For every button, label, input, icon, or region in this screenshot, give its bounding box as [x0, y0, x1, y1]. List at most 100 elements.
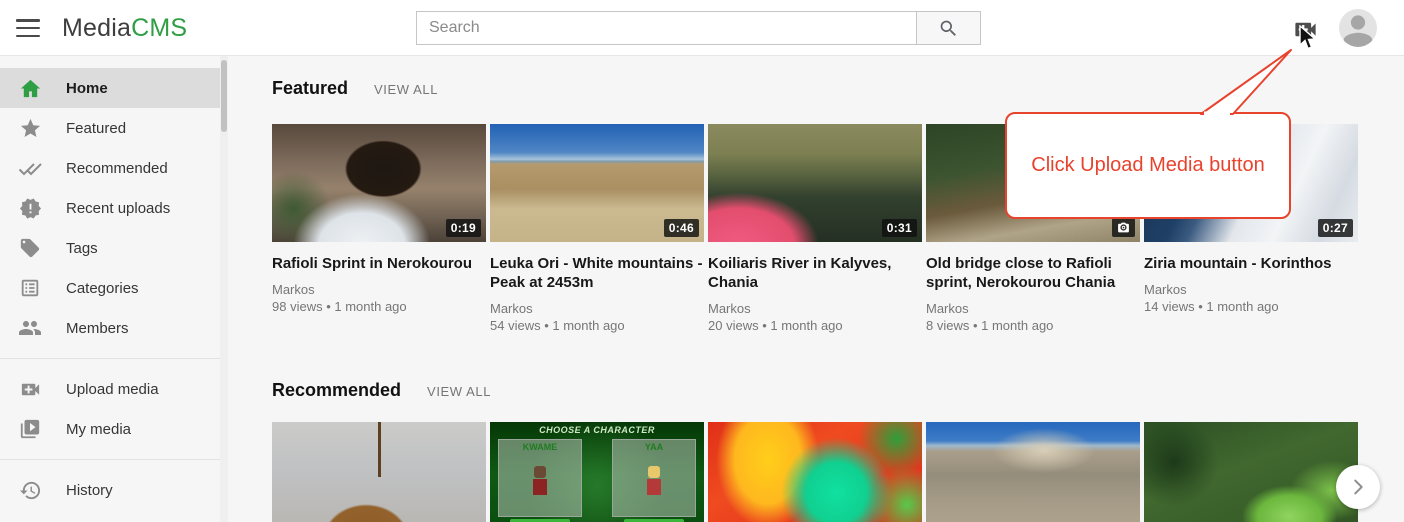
- sidebar-item-tags[interactable]: Tags: [0, 228, 228, 268]
- sidebar-item-history[interactable]: History: [0, 470, 228, 510]
- chevron-right-icon: [1347, 476, 1369, 498]
- video-thumbnail[interactable]: [1144, 422, 1358, 522]
- character-sprite: [533, 466, 547, 500]
- new-releases-icon: [18, 196, 42, 220]
- sidebar-item-categories[interactable]: Categories: [0, 268, 228, 308]
- media-card[interactable]: [708, 422, 922, 522]
- upload-media-button[interactable]: [1291, 15, 1319, 43]
- duration-badge: 0:46: [664, 219, 699, 237]
- video-library-icon: [18, 417, 42, 441]
- sidebar-item-label: Members: [66, 320, 129, 337]
- sidebar-item-label: History: [66, 482, 113, 499]
- sidebar-item-label: Recent uploads: [66, 200, 170, 217]
- video-thumbnail[interactable]: 0:46: [490, 124, 704, 242]
- sidebar-item-my-media[interactable]: My media: [0, 409, 228, 449]
- carousel-next-button[interactable]: [1336, 465, 1380, 509]
- media-card[interactable]: CHOOSE A CHARACTER KWAME YAA Selected Se…: [490, 422, 704, 522]
- media-card[interactable]: [926, 422, 1140, 522]
- media-card[interactable]: 0:46 Leuka Ori - White mountains - Peak …: [490, 124, 704, 334]
- person-icon: [1339, 9, 1377, 47]
- sidebar-item-label: Recommended: [66, 160, 168, 177]
- search-input[interactable]: [416, 11, 917, 45]
- sidebar-divider: [0, 459, 228, 460]
- recommended-section-header: Recommended VIEW ALL: [272, 380, 491, 401]
- user-avatar[interactable]: [1339, 9, 1377, 47]
- media-author[interactable]: Markos: [926, 300, 1140, 317]
- media-meta: 98 views • 1 month ago: [272, 298, 486, 315]
- top-bar: MediaCMS: [0, 0, 1404, 56]
- upload-media-icon: [1292, 16, 1319, 43]
- media-card[interactable]: 0:19 Rafioli Sprint in Nerokourou Markos…: [272, 124, 486, 334]
- character-panel: KWAME: [498, 439, 582, 517]
- duration-badge: 0:27: [1318, 219, 1353, 237]
- sidebar-divider: [0, 358, 228, 359]
- sidebar-item-label: Upload media: [66, 381, 159, 398]
- list-icon: [18, 276, 42, 300]
- search-button[interactable]: [917, 11, 981, 45]
- sidebar-item-label: Categories: [66, 280, 139, 297]
- video-thumbnail[interactable]: [272, 422, 486, 522]
- media-meta: 14 views • 1 month ago: [1144, 298, 1358, 315]
- app-logo[interactable]: MediaCMS: [62, 0, 187, 56]
- media-meta: 20 views • 1 month ago: [708, 317, 922, 334]
- media-card[interactable]: [1144, 422, 1358, 522]
- search-icon: [938, 18, 959, 39]
- tooltip-callout: Click Upload Media button: [1005, 112, 1291, 219]
- camera-icon: [1117, 221, 1130, 234]
- media-title[interactable]: Old bridge close to Rafioli sprint, Nero…: [926, 254, 1140, 292]
- character-panel: YAA: [612, 439, 696, 517]
- logo-text-cms: CMS: [131, 14, 187, 42]
- tooltip-text: Click Upload Media button: [1031, 154, 1264, 177]
- home-icon: [18, 76, 42, 100]
- people-icon: [18, 316, 42, 340]
- media-author[interactable]: Markos: [272, 281, 486, 298]
- history-icon: [18, 478, 42, 502]
- video-thumbnail[interactable]: 0:19: [272, 124, 486, 242]
- star-icon: [18, 116, 42, 140]
- sidebar-scrollbar[interactable]: [220, 56, 228, 522]
- sidebar-item-recommended[interactable]: Recommended: [0, 148, 228, 188]
- media-title[interactable]: Ziria mountain - Korinthos: [1144, 254, 1358, 273]
- media-title[interactable]: Leuka Ori - White mountains - Peak at 24…: [490, 254, 704, 292]
- character-sprite: [647, 466, 661, 500]
- media-title[interactable]: Rafioli Sprint in Nerokourou: [272, 254, 486, 273]
- sidebar-item-label: Featured: [66, 120, 126, 137]
- double-check-icon: [18, 156, 42, 180]
- upload-media-icon: [18, 377, 42, 401]
- view-all-link[interactable]: VIEW ALL: [374, 82, 438, 97]
- search-bar: [416, 11, 981, 45]
- duration-badge: 0:31: [882, 219, 917, 237]
- logo-text-media: Media: [62, 14, 131, 42]
- sidebar-item-label: Tags: [66, 240, 98, 257]
- recommended-row: CHOOSE A CHARACTER KWAME YAA Selected Se…: [272, 422, 1358, 522]
- media-author[interactable]: Markos: [708, 300, 922, 317]
- media-author[interactable]: Markos: [1144, 281, 1358, 298]
- media-meta: 8 views • 1 month ago: [926, 317, 1140, 334]
- sidebar-item-members[interactable]: Members: [0, 308, 228, 348]
- media-card[interactable]: [272, 422, 486, 522]
- video-thumbnail[interactable]: CHOOSE A CHARACTER KWAME YAA Selected Se…: [490, 422, 704, 522]
- sidebar-item-home[interactable]: Home: [0, 68, 228, 108]
- video-thumbnail[interactable]: [708, 422, 922, 522]
- media-author[interactable]: Markos: [490, 300, 704, 317]
- sidebar-item-upload-media[interactable]: Upload media: [0, 369, 228, 409]
- sidebar-item-label: Home: [66, 80, 108, 97]
- media-card[interactable]: 0:31 Koiliaris River in Kalyves, Chania …: [708, 124, 922, 334]
- sidebar-item-recent-uploads[interactable]: Recent uploads: [0, 188, 228, 228]
- view-all-link[interactable]: VIEW ALL: [427, 384, 491, 399]
- section-title: Featured: [272, 78, 348, 99]
- media-meta: 54 views • 1 month ago: [490, 317, 704, 334]
- thumbnail-text: CHOOSE A CHARACTER: [490, 425, 704, 435]
- video-thumbnail[interactable]: 0:31: [708, 124, 922, 242]
- video-thumbnail[interactable]: [926, 422, 1140, 522]
- sidebar-item-featured[interactable]: Featured: [0, 108, 228, 148]
- menu-icon[interactable]: [16, 17, 40, 39]
- tag-icon: [18, 236, 42, 260]
- media-title[interactable]: Koiliaris River in Kalyves, Chania: [708, 254, 922, 292]
- sidebar-item-label: My media: [66, 421, 131, 438]
- section-title: Recommended: [272, 380, 401, 401]
- duration-badge: 0:19: [446, 219, 481, 237]
- sidebar: Home Featured Recommended Recent uploads…: [0, 56, 228, 522]
- scrollbar-thumb[interactable]: [221, 60, 227, 132]
- featured-section-header: Featured VIEW ALL: [272, 78, 438, 99]
